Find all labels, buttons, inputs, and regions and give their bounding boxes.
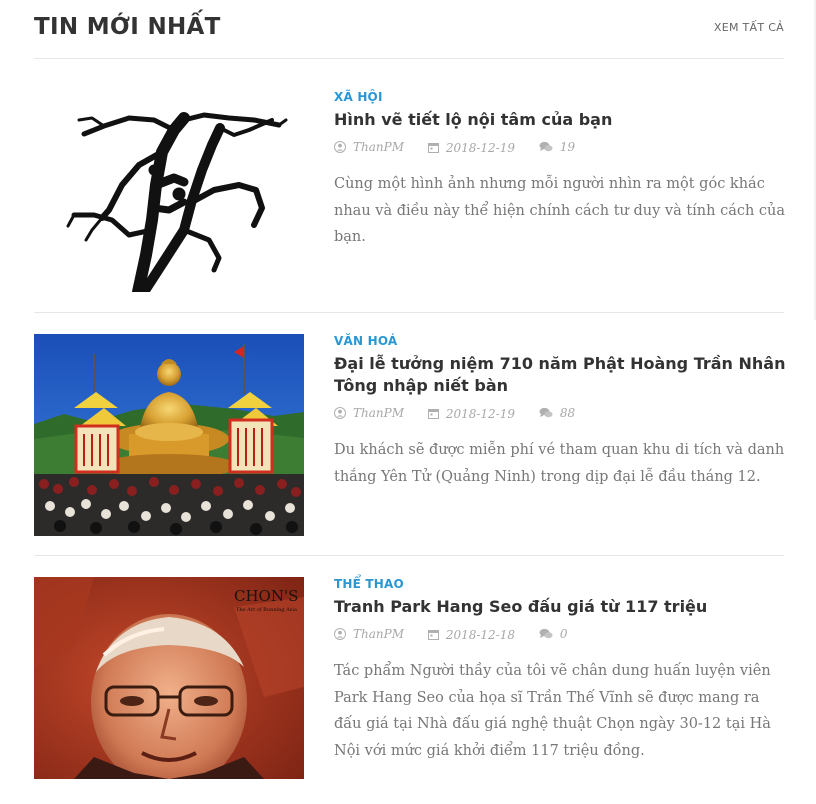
comments-icon — [539, 141, 553, 152]
date-text: 2018-12-19 — [445, 406, 515, 421]
painting-brand-text: CHON'S — [234, 587, 298, 605]
calendar-icon — [427, 409, 439, 419]
see-all-link[interactable]: XEM TẤT CẢ — [714, 21, 784, 34]
article-thumbnail-portrait[interactable]: CHON'S The Art of Running Asia — [34, 577, 304, 779]
article-meta: ThanPM 2018-12-19 19 — [334, 139, 786, 155]
article-body: THỂ THAO Tranh Park Hang Seo đấu giá từ … — [334, 577, 786, 779]
article-date: 2018-12-19 — [427, 140, 515, 156]
date-text: 2018-12-19 — [445, 140, 515, 155]
article-body: VĂN HOÁ Đại lễ tưởng niệm 710 năm Phật H… — [334, 334, 786, 505]
article-thumbnail-tree[interactable] — [34, 90, 304, 292]
painting-brand-subtitle: The Art of Running Asia — [236, 607, 297, 613]
article-comments[interactable]: 0 — [539, 626, 568, 642]
section-title: TIN MỚI NHẤT — [34, 14, 221, 40]
article-excerpt: Du khách sẽ được miễn phí vé tham quan k… — [334, 442, 785, 485]
section-header: TIN MỚI NHẤT XEM TẤT CẢ — [34, 0, 784, 59]
calendar-icon — [427, 143, 439, 153]
portrait-painting-image: CHON'S The Art of Running Asia — [34, 577, 304, 779]
article-category[interactable]: VĂN HOÁ — [334, 334, 786, 348]
divider — [34, 555, 784, 556]
article-date: 2018-12-19 — [427, 406, 515, 422]
article-meta: ThanPM 2018-12-18 0 — [334, 626, 786, 642]
author-name: ThanPM — [353, 627, 404, 641]
author-name: ThanPM — [353, 406, 404, 420]
buddha-ceremony-image — [34, 334, 304, 536]
article-excerpt: Tác phẩm Người thầy của tôi vẽ chân dung… — [334, 663, 771, 759]
article-title[interactable]: Hình vẽ tiết lộ nội tâm của bạn — [334, 109, 786, 131]
calendar-icon — [427, 630, 439, 640]
comments-icon — [539, 628, 553, 639]
article-title[interactable]: Tranh Park Hang Seo đấu giá từ 117 triệu — [334, 596, 786, 618]
article-category[interactable]: THỂ THAO — [334, 577, 786, 591]
comment-count: 0 — [559, 627, 568, 641]
tree-silhouette-image — [34, 90, 304, 292]
article-author[interactable]: ThanPM — [334, 405, 404, 421]
date-text: 2018-12-18 — [445, 627, 515, 642]
user-icon — [334, 407, 346, 419]
article-category[interactable]: XÃ HỘI — [334, 90, 786, 104]
author-name: ThanPM — [353, 140, 404, 154]
comment-count: 19 — [559, 140, 576, 154]
article-thumbnail-buddha[interactable] — [34, 334, 304, 536]
article-date: 2018-12-18 — [427, 627, 515, 643]
article-body: XÃ HỘI Hình vẽ tiết lộ nội tâm của bạn T… — [334, 90, 786, 265]
article-author[interactable]: ThanPM — [334, 139, 404, 155]
article-excerpt: Cùng một hình ảnh nhưng mỗi người nhìn r… — [334, 176, 786, 245]
article-meta: ThanPM 2018-12-19 88 — [334, 405, 786, 421]
user-icon — [334, 141, 346, 153]
article-title[interactable]: Đại lễ tưởng niệm 710 năm Phật Hoàng Trầ… — [334, 353, 786, 397]
divider — [34, 312, 784, 313]
article-author[interactable]: ThanPM — [334, 626, 404, 642]
article-comments[interactable]: 88 — [539, 405, 575, 421]
comment-count: 88 — [559, 406, 576, 420]
article-comments[interactable]: 19 — [539, 139, 575, 155]
user-icon — [334, 628, 346, 640]
comments-icon — [539, 407, 553, 418]
